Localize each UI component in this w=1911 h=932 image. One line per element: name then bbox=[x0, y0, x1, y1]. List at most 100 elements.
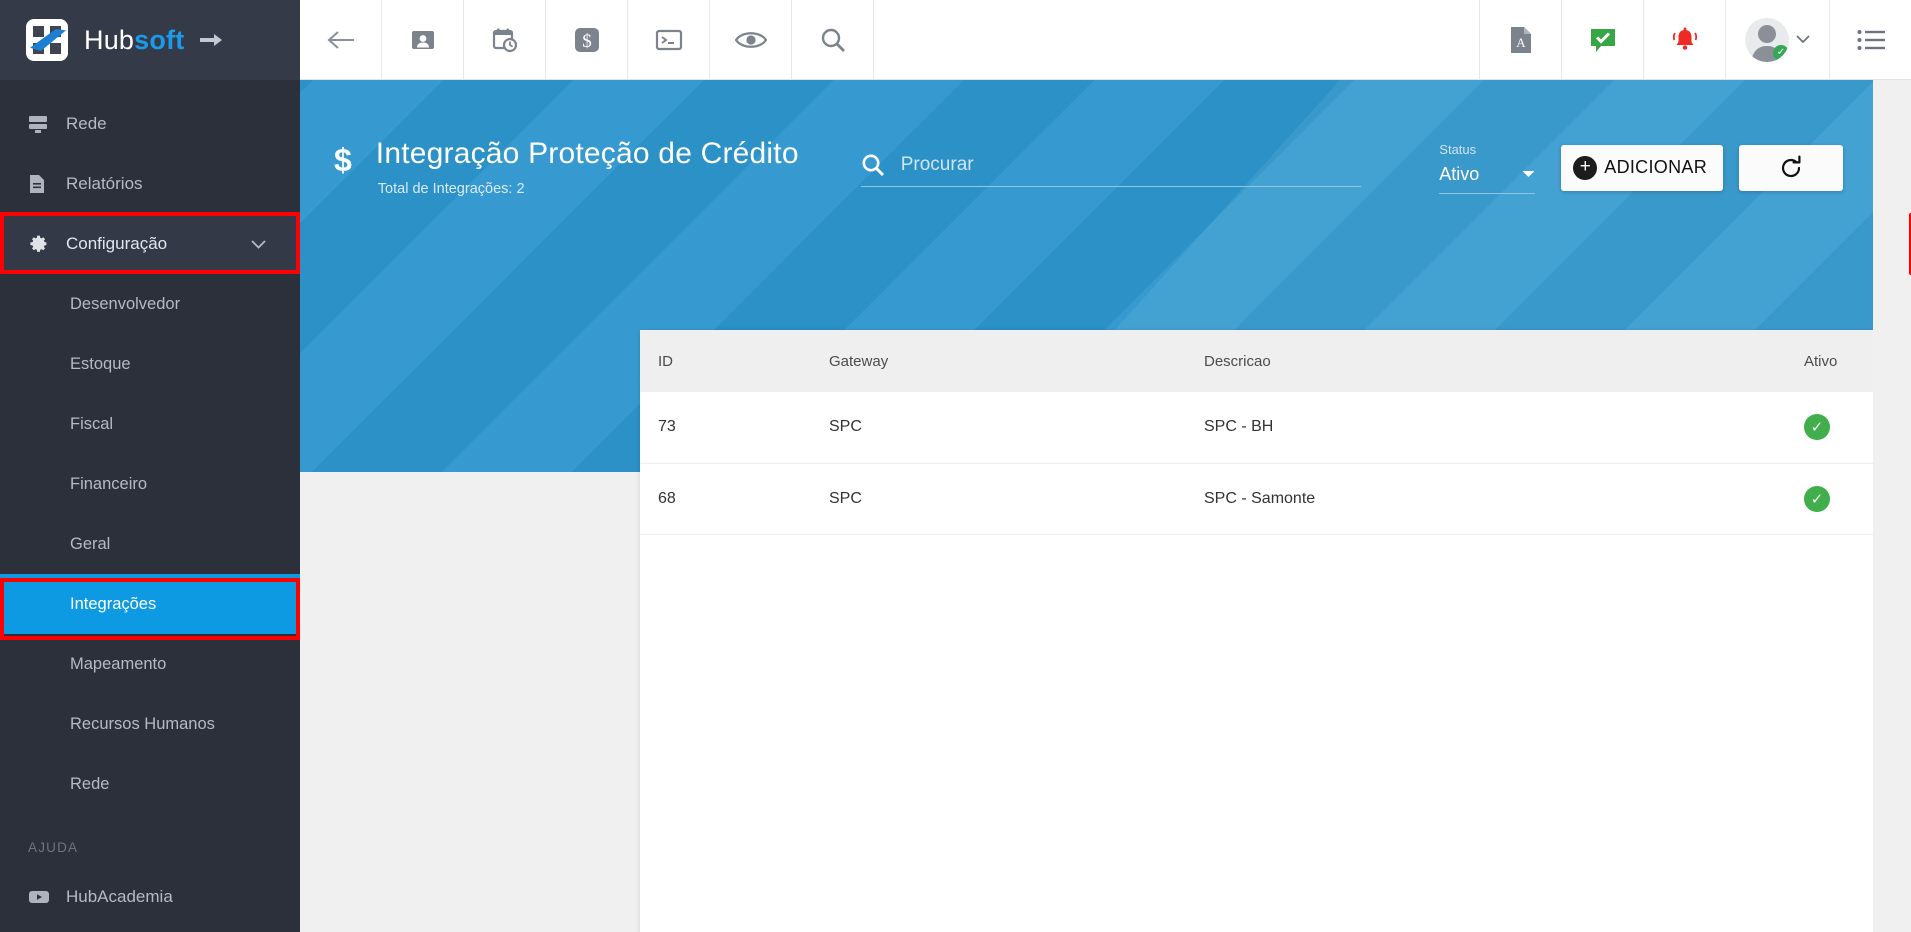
notifications-button[interactable] bbox=[1643, 0, 1725, 79]
chevron-down-icon bbox=[1796, 35, 1810, 44]
sidebar-item-financeiro[interactable]: Financeiro bbox=[0, 454, 300, 514]
scrollbar-gutter[interactable] bbox=[1873, 80, 1911, 932]
sidebar: Hubsoft Rede Relatórios Configuração Des… bbox=[0, 0, 300, 932]
sidebar-item-relatorios[interactable]: Relatórios bbox=[0, 154, 300, 214]
financial-button[interactable]: $ bbox=[546, 0, 628, 79]
search-field-wrap[interactable] bbox=[860, 153, 1361, 187]
sidebar-item-label: Geral bbox=[70, 534, 111, 553]
refresh-button[interactable] bbox=[1739, 144, 1843, 191]
sidebar-item-hubacademia[interactable]: HubAcademia bbox=[0, 867, 300, 927]
gear-icon bbox=[28, 234, 58, 254]
chevron-down-icon[interactable] bbox=[251, 239, 266, 249]
page-body: $ Integração Proteção de Crédito Total d… bbox=[300, 80, 1911, 932]
page-subtitle: Total de Integrações: 2 bbox=[377, 180, 525, 197]
list-menu-icon bbox=[1857, 29, 1885, 51]
sidebar-item-mapeamento[interactable]: Mapeamento bbox=[0, 634, 300, 694]
dollar-icon: $ bbox=[334, 142, 352, 179]
user-avatar: ✓ bbox=[1745, 17, 1789, 62]
search-icon bbox=[861, 153, 885, 177]
sidebar-item-label: Mapeamento bbox=[70, 654, 167, 673]
top-toolbar: $ A ✓ bbox=[300, 0, 1911, 80]
sidebar-item-label: Financeiro bbox=[70, 474, 148, 493]
brand-name: Hubsoft bbox=[84, 25, 184, 56]
integrations-table-card: ID Gateway Descricao Ativo Ações 73 SPC … bbox=[640, 330, 1911, 932]
main-area: $ A ✓ $ Integração Proteção de Crédito T… bbox=[300, 0, 1911, 932]
contacts-button[interactable] bbox=[382, 0, 464, 79]
sidebar-item-recursos-humanos[interactable]: Recursos Humanos bbox=[0, 694, 300, 754]
add-button[interactable]: + ADICIONAR bbox=[1561, 144, 1723, 191]
brand-name-part1: Hub bbox=[84, 24, 135, 55]
table-header: ID Gateway Descricao Ativo Ações bbox=[640, 330, 1911, 392]
status-filter-value: Ativo bbox=[1439, 163, 1480, 184]
column-header-gateway[interactable]: Gateway bbox=[815, 330, 1190, 392]
green-check-message-icon bbox=[1589, 26, 1617, 54]
sidebar-item-geral[interactable]: Geral bbox=[0, 514, 300, 574]
sidebar-item-label: Integrações bbox=[70, 594, 157, 613]
column-header-id[interactable]: ID bbox=[640, 330, 815, 392]
sidebar-section-ajuda: AJUDA bbox=[28, 840, 79, 855]
svg-text:A: A bbox=[1516, 35, 1526, 50]
integrations-table: ID Gateway Descricao Ativo Ações 73 SPC … bbox=[640, 330, 1911, 535]
sidebar-item-rede[interactable]: Rede bbox=[0, 94, 300, 154]
collapse-left-icon[interactable] bbox=[198, 31, 224, 49]
cell-id: 73 bbox=[640, 392, 815, 464]
sidebar-item-label: Estoque bbox=[70, 354, 131, 373]
svg-text:$: $ bbox=[582, 31, 592, 52]
status-filter[interactable]: Status Ativo bbox=[1439, 141, 1536, 194]
table-header-row: ID Gateway Descricao Ativo Ações bbox=[640, 330, 1911, 392]
schedule-button[interactable] bbox=[464, 0, 546, 79]
sidebar-item-label: Fiscal bbox=[70, 414, 114, 433]
sidebar-item-label: Rede bbox=[70, 774, 110, 793]
hubsoft-logo-icon bbox=[26, 19, 68, 61]
brand-header[interactable]: Hubsoft bbox=[0, 0, 300, 80]
pdf-file-icon: A bbox=[1509, 26, 1533, 54]
red-bell-alert-icon bbox=[1671, 26, 1699, 54]
cell-id: 68 bbox=[640, 463, 815, 535]
application-root: Hubsoft Rede Relatórios Configuração Des… bbox=[0, 0, 1911, 932]
search-button[interactable] bbox=[792, 0, 874, 79]
user-menu-button[interactable]: ✓ bbox=[1725, 0, 1829, 79]
terminal-button[interactable] bbox=[628, 0, 710, 79]
sidebar-item-label: Relatórios bbox=[66, 174, 143, 193]
green-check-circle-icon: ✓ bbox=[1804, 414, 1830, 441]
cell-gateway: SPC bbox=[815, 392, 1190, 464]
pdf-export-button[interactable]: A bbox=[1479, 0, 1561, 79]
contact-card-icon bbox=[410, 27, 436, 53]
header-actions: Status Ativo + ADICIONAR bbox=[1439, 142, 1843, 194]
youtube-play-icon bbox=[28, 889, 58, 905]
sidebar-item-fiscal[interactable]: Fiscal bbox=[0, 394, 300, 454]
table-row[interactable]: 68 SPC SPC - Samonte ✓ AÇÕES bbox=[640, 463, 1911, 535]
sidebar-item-label: HubAcademia bbox=[66, 887, 173, 906]
sidebar-item-label: Desenvolvedor bbox=[70, 294, 181, 313]
search-input[interactable] bbox=[900, 153, 1361, 176]
sidebar-item-label: Recursos Humanos bbox=[70, 714, 215, 733]
online-status-badge: ✓ bbox=[1773, 44, 1789, 61]
chevron-down-icon[interactable] bbox=[1522, 170, 1535, 178]
dollar-square-icon: $ bbox=[573, 26, 601, 54]
sidebar-item-rede-sub[interactable]: Rede bbox=[0, 754, 300, 814]
scrollbar-track[interactable] bbox=[1879, 80, 1905, 932]
page-title: Integração Proteção de Crédito bbox=[375, 137, 799, 171]
sidebar-item-desenvolvedor[interactable]: Desenvolvedor bbox=[0, 274, 300, 334]
cell-descricao: SPC - BH bbox=[1190, 392, 1790, 464]
view-button[interactable] bbox=[710, 0, 792, 79]
status-filter-label: Status bbox=[1439, 141, 1477, 157]
add-button-label: ADICIONAR bbox=[1604, 157, 1707, 177]
brand-name-part2: soft bbox=[134, 24, 185, 55]
column-header-descricao[interactable]: Descricao bbox=[1190, 330, 1790, 392]
sidebar-item-integracoes[interactable]: Integrações bbox=[0, 574, 300, 634]
page-header-row: $ Integração Proteção de Crédito Total d… bbox=[300, 80, 1873, 255]
tasks-button[interactable] bbox=[1561, 0, 1643, 79]
table-row[interactable]: 73 SPC SPC - BH ✓ AÇÕES bbox=[640, 392, 1911, 464]
sidebar-item-label: Configuração bbox=[66, 234, 168, 253]
search-icon bbox=[820, 27, 846, 53]
main-menu-button[interactable] bbox=[1829, 0, 1911, 79]
sidebar-item-estoque[interactable]: Estoque bbox=[0, 334, 300, 394]
page-title-block: $ Integração Proteção de Crédito Total d… bbox=[334, 138, 799, 197]
sidebar-item-configuracao[interactable]: Configuração bbox=[0, 214, 300, 274]
sidebar-nav: Rede Relatórios Configuração Desenvolved… bbox=[0, 80, 300, 927]
calendar-clock-icon bbox=[492, 27, 518, 53]
back-button[interactable] bbox=[300, 0, 382, 79]
eye-icon bbox=[734, 29, 767, 51]
sidebar-item-label: Rede bbox=[66, 114, 107, 133]
